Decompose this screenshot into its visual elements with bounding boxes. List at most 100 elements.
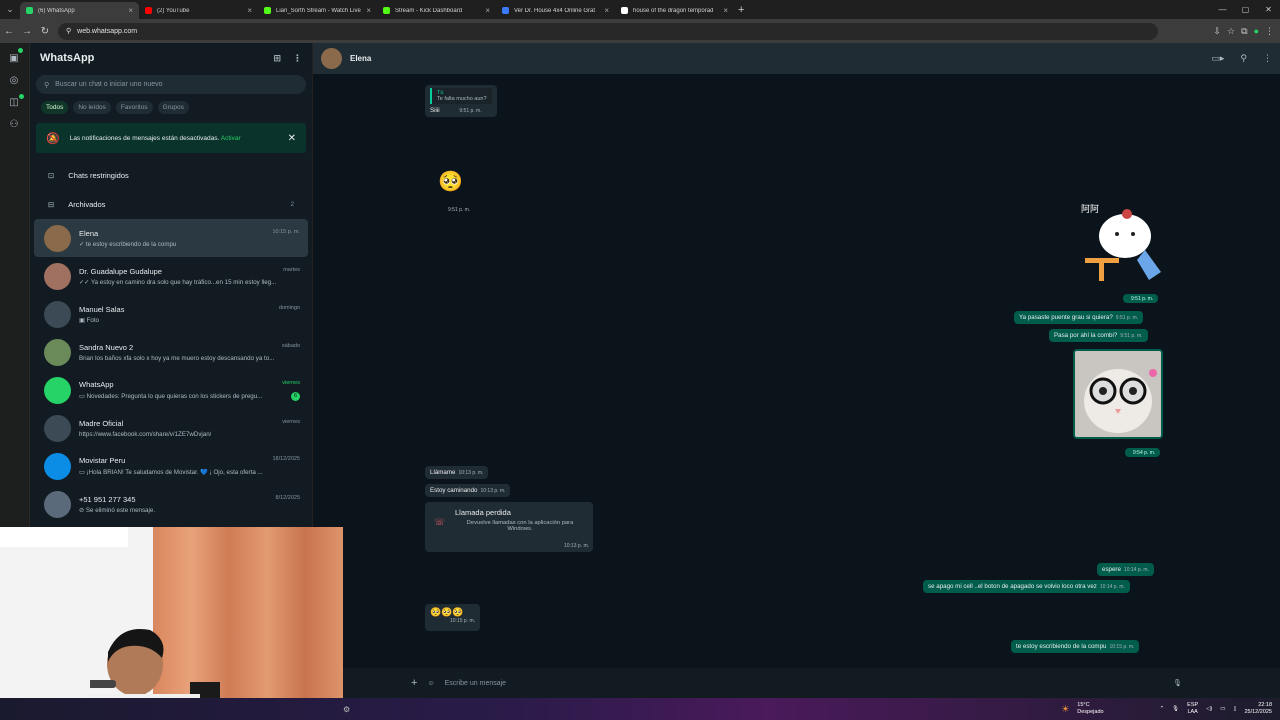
lang-code[interactable]: ESP <box>1187 702 1198 709</box>
site-info-icon[interactable]: ⚲ <box>66 27 71 35</box>
search-chat-icon[interactable]: ⚲ <box>1240 53 1247 64</box>
channels-icon[interactable]: ◫ <box>7 97 21 111</box>
filter-groups[interactable]: Grupos <box>157 101 189 114</box>
chat-preview: ▭ ¡Hola BRIAN! Te saludamos de Movistar.… <box>79 469 263 476</box>
browser-tab[interactable]: Lian_Sorth Stream - Watch Live × <box>258 2 377 19</box>
browser-tab[interactable]: Stream - Kick Dashboard × <box>377 2 496 19</box>
filter-favorites[interactable]: Favoritos <box>115 101 153 114</box>
message-bubble[interactable]: Estoy caminando 10:13 p. m. <box>425 484 511 497</box>
filter-unread[interactable]: No leídos <box>73 101 111 114</box>
message-bubble[interactable]: te estoy escribiendo de la compu 10:15 p.… <box>1011 640 1140 653</box>
photo-time: 9:54 p. m. <box>1125 448 1161 457</box>
tab-close-icon[interactable]: × <box>366 6 371 15</box>
status-icon[interactable]: ◎ <box>7 75 21 89</box>
battery-icon[interactable]: ▯ <box>1233 706 1236 712</box>
chat-list-item[interactable]: Madre Oficial viernes https://www.facebook… <box>34 409 308 447</box>
message-bubble[interactable]: Llámame 10:13 p. m. <box>425 466 489 479</box>
chat-menu-icon[interactable]: ⋮ <box>1263 53 1272 64</box>
chat-list-item[interactable]: +51 951 277 345 8/12/2025 ⊘ Se eliminó est… <box>34 485 308 523</box>
menu-icon[interactable]: ⋮ <box>293 53 302 64</box>
browser-tab[interactable]: (2) YouTube × <box>139 2 258 19</box>
message-text: Ya pasaste puente grau si quiera? <box>1019 314 1113 321</box>
weather-icon[interactable]: ☀ <box>1061 704 1069 715</box>
chat-time: 10:15 p. m. <box>272 228 300 235</box>
message-time: 10:13 p. m. <box>480 488 506 494</box>
restricted-chats-row[interactable]: ⊡ Chats restringidos <box>30 161 312 190</box>
search-box[interactable]: ⚲ Buscar un chat o iniciar uno nuevo <box>36 75 306 94</box>
message-bubble[interactable]: espere 10:14 p. m. <box>1097 563 1154 576</box>
avatar <box>44 414 71 442</box>
chat-list: Elena 10:15 p. m. ✓ te estoy escribiendo d… <box>30 219 312 523</box>
attach-icon[interactable]: + <box>411 677 417 689</box>
video-call-icon[interactable]: ▭▸ <box>1211 53 1224 64</box>
taskbar-app-icon[interactable]: ⚙ <box>343 705 350 714</box>
url-field[interactable]: ⚲ web.whatsapp.com <box>58 22 1158 40</box>
extensions-icon[interactable]: ⧉ <box>1241 26 1247 37</box>
tab-close-icon[interactable]: × <box>128 6 133 15</box>
back-icon[interactable]: ← <box>0 26 18 37</box>
sticker-time: 9:51 p. m. <box>1123 294 1159 303</box>
photo-message[interactable] <box>1073 349 1163 439</box>
bookmark-star-icon[interactable]: ☆ <box>1227 26 1235 37</box>
activate-link[interactable]: Activar <box>221 135 241 142</box>
message-bubble[interactable]: se apago mi cell ..el boton de apagado s… <box>923 580 1130 593</box>
browser-tab[interactable]: Ver Dr. House 4x4 Online Grat × <box>496 2 615 19</box>
tab-close-icon[interactable]: × <box>723 6 728 15</box>
conversation-panel: Elena ▭▸ ⚲ ⋮ Tú Te falta mucho aun? Siii… <box>313 43 1280 698</box>
chat-list-item[interactable]: Manuel Salas domingo ▣ Foto <box>34 295 308 333</box>
microphone-icon[interactable]: 🎙 <box>1173 679 1182 687</box>
profile-avatar-icon[interactable]: ● <box>1254 26 1259 37</box>
emoji-message[interactable]: 🥺 <box>433 166 468 197</box>
chat-list-item[interactable]: WhatsApp viernes ▭ Novedades: Pregunta lo … <box>34 371 308 409</box>
missed-call-bubble[interactable]: ☏ Llamada perdida Devuelve llamadas con … <box>425 502 593 552</box>
clock-time[interactable]: 22:18 <box>1244 702 1272 709</box>
bell-off-icon: 🔕 <box>46 132 60 145</box>
tab-close-icon[interactable]: × <box>604 6 609 15</box>
sticker-icon[interactable]: ☺ <box>427 680 434 687</box>
message-bubble[interactable]: Ya pasaste puente grau si quiera? 9:51 p.… <box>1014 311 1144 324</box>
contact-avatar[interactable] <box>321 48 342 69</box>
browser-tab[interactable]: (6) WhatsApp × <box>20 2 139 19</box>
tab-close-icon[interactable]: × <box>485 6 490 15</box>
message-input[interactable]: Escribe un mensaje <box>445 680 506 687</box>
tab-close-icon[interactable]: × <box>247 6 252 15</box>
emoji-message-bubble[interactable]: 🥺🥺🥺 10:15 p. m. <box>425 604 481 631</box>
message-bubble[interactable]: Pasa por ahí la combi? 9:51 p. m. <box>1049 329 1148 342</box>
os-taskbar: ⚙ ☀ 15°C Despejado ⌃ 🎙 ESP LAA ◁) ▭ ▯ 22… <box>0 698 1280 720</box>
new-tab-button[interactable]: + <box>738 4 744 16</box>
communities-icon[interactable]: ⚇ <box>7 119 21 133</box>
chat-list-item[interactable]: Movistar Peru 18/12/2025 ▭ ¡Hola BRIAN! Te… <box>34 447 308 485</box>
message-bubble[interactable]: Tú Te falta mucho aun? Siiii 9:51 p. m. <box>425 85 497 117</box>
archived-row[interactable]: ⊟ Archivados 2 <box>30 190 312 219</box>
reload-icon[interactable]: ↻ <box>36 26 54 37</box>
tray-chevron-icon[interactable]: ⌃ <box>1160 706 1165 712</box>
install-icon[interactable]: ⇩ <box>1214 26 1222 37</box>
sticker-image[interactable]: 阿阿 <box>1079 200 1165 290</box>
new-chat-icon[interactable]: ⊞ <box>273 53 281 64</box>
volume-icon[interactable]: ◁) <box>1206 706 1212 712</box>
search-input[interactable]: Buscar un chat o iniciar uno nuevo <box>55 81 162 88</box>
quoted-message[interactable]: Tú Te falta mucho aun? <box>430 88 492 104</box>
close-window-icon[interactable]: ✕ <box>1257 0 1280 19</box>
mic-tray-icon[interactable]: 🎙 <box>1172 706 1179 712</box>
browser-tab[interactable]: house of the dragon temporad × <box>615 2 734 19</box>
chat-list-item[interactable]: Sandra Nuevo 2 sábado Brian los baños xfa … <box>34 333 308 371</box>
chats-icon[interactable]: ▣ <box>7 53 21 67</box>
tab-title: Stream - Kick Dashboard <box>395 7 463 14</box>
chat-list-item[interactable]: Elena 10:15 p. m. ✓ te estoy escribiendo d… <box>34 219 308 257</box>
contact-name[interactable]: Elena <box>350 54 371 63</box>
maximize-icon[interactable]: ▢ <box>1234 0 1257 19</box>
weather-text: Despejado <box>1077 709 1104 715</box>
close-notice-icon[interactable]: ✕ <box>288 133 296 144</box>
message-time: 10:14 p. m. <box>1123 567 1149 573</box>
browser-menu-icon[interactable]: ⋮ <box>1265 26 1274 37</box>
message-text: se apago mi cell ..el boton de apagado s… <box>928 583 1097 590</box>
filter-all[interactable]: Todos <box>41 101 69 114</box>
tab-search-icon[interactable]: ⌄ <box>0 0 20 19</box>
minimize-icon[interactable]: — <box>1211 0 1234 19</box>
conversation-header[interactable]: Elena ▭▸ ⚲ ⋮ <box>313 43 1280 74</box>
network-icon[interactable]: ▭ <box>1220 706 1225 712</box>
forward-icon[interactable]: → <box>18 26 36 37</box>
chat-list-item[interactable]: Dr. Guadalupe Gudalupe martes ✓✓ Ya estoy … <box>34 257 308 295</box>
avatar <box>44 338 71 366</box>
